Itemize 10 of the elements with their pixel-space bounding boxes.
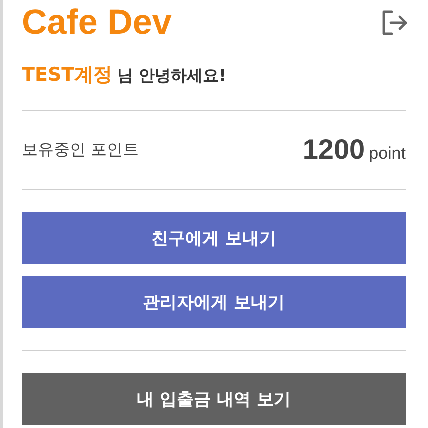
greeting-text: 님 안녕하세요! [118, 65, 226, 87]
points-unit: point [369, 144, 406, 164]
send-button[interactable]: 친구에게 보내기 [22, 212, 406, 264]
points-value: 1200 [302, 134, 366, 166]
user-name: TEST계정 [22, 63, 113, 88]
send-button[interactable]: 관리자에게 보내기 [22, 276, 406, 328]
points-label: 보유중인 포인트 [22, 140, 140, 160]
app-title: Cafe Dev [22, 2, 172, 44]
logout-icon[interactable] [380, 9, 408, 37]
history-button[interactable]: 내 입출금 내역 보기 [22, 373, 406, 425]
